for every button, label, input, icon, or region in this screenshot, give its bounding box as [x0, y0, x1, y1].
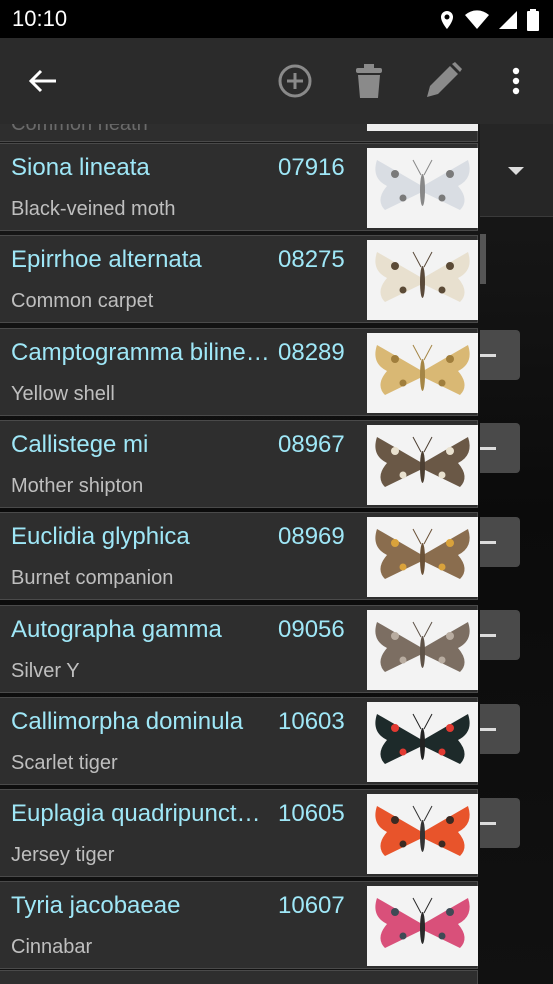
species-code: 10603 — [278, 708, 345, 735]
scientific-name: Autographa gamma — [11, 616, 222, 643]
moth-thumbnail — [367, 333, 478, 413]
common-name: Silver Y — [11, 660, 80, 682]
moth-thumbnail — [367, 886, 478, 966]
common-name: Jersey tiger — [11, 844, 115, 866]
scientific-name: Siona lineata — [11, 154, 150, 181]
background-minus-button[interactable] — [480, 610, 520, 660]
background-minus-button[interactable] — [480, 330, 520, 380]
more-options-button[interactable] — [493, 58, 539, 104]
more-vert-icon — [512, 67, 520, 95]
background-minus-button[interactable] — [480, 423, 520, 473]
moth-thumbnail — [367, 148, 478, 228]
species-code: 08275 — [278, 246, 345, 273]
moth-image — [375, 436, 470, 487]
scientific-name: Euclidia glyphica — [11, 523, 190, 550]
scientific-name: Euplagia quadripunctaria — [11, 800, 273, 827]
moth-image — [375, 528, 470, 579]
moth-image — [375, 251, 470, 302]
species-row[interactable]: Camptogramma bilineata 08289 Yellow shell — [0, 328, 478, 416]
species-row[interactable]: Euclidia glyphica 08969 Burnet companion — [0, 512, 478, 600]
species-code: 08969 — [278, 523, 345, 550]
edit-button[interactable] — [420, 58, 466, 104]
species-code: 07916 — [278, 154, 345, 181]
scientific-name: Camptogramma bilineata — [11, 339, 273, 366]
species-row[interactable]: Siona lineata 07916 Black-veined moth — [0, 143, 478, 231]
species-row[interactable]: Epirrhoe alternata 08275 Common carpet — [0, 235, 478, 323]
moth-thumbnail — [367, 425, 478, 505]
background-scrollbar — [480, 234, 486, 284]
moth-image — [375, 344, 470, 395]
location-icon — [441, 11, 453, 29]
back-button[interactable] — [20, 58, 66, 104]
partial-item-thumbnail — [367, 124, 478, 131]
moth-thumbnail — [367, 794, 478, 874]
moth-image — [375, 621, 470, 672]
wifi-icon — [465, 10, 489, 29]
background-minus-button[interactable] — [480, 798, 520, 848]
signal-icon — [499, 11, 517, 29]
status-icons — [439, 9, 539, 31]
moth-thumbnail — [367, 610, 478, 690]
action-bar — [0, 38, 553, 124]
common-name: Common carpet — [11, 290, 154, 312]
species-row[interactable]: Callistege mi 08967 Mother shipton — [0, 420, 478, 508]
partial-item-text: Common heath — [11, 124, 148, 135]
background-minus-button[interactable] — [480, 517, 520, 567]
status-time: 10:10 — [12, 6, 68, 31]
moth-image — [375, 897, 470, 948]
moth-image — [375, 713, 470, 764]
species-code: 09056 — [278, 616, 345, 643]
common-name: Black-veined moth — [11, 198, 176, 220]
add-circle-icon — [278, 64, 312, 98]
species-row[interactable]: Tyria jacobaeae 10607 Cinnabar — [0, 881, 478, 969]
moth-thumbnail — [367, 702, 478, 782]
background-minus-button[interactable] — [480, 704, 520, 754]
arrow-left-icon — [29, 69, 56, 93]
scientific-name: Callistege mi — [11, 431, 149, 458]
species-code: 08967 — [278, 431, 345, 458]
dropdown-caret-icon — [508, 167, 524, 175]
moth-image — [375, 159, 470, 210]
species-code: 10605 — [278, 800, 345, 827]
common-name: Yellow shell — [11, 383, 115, 405]
delete-button[interactable] — [346, 58, 392, 104]
common-name: Burnet companion — [11, 567, 174, 589]
scientific-name: Epirrhoe alternata — [11, 246, 202, 273]
trash-icon — [356, 64, 382, 98]
moth-thumbnail — [367, 517, 478, 597]
battery-icon — [527, 9, 539, 31]
species-code: 08289 — [278, 339, 345, 366]
list-item-partial[interactable]: Common heath — [0, 124, 478, 142]
add-button[interactable] — [272, 58, 318, 104]
moth-thumbnail — [367, 240, 478, 320]
species-row[interactable]: Callimorpha dominula 10603 Scarlet tiger — [0, 697, 478, 785]
scientific-name: Callimorpha dominula — [11, 708, 244, 735]
status-bar: 10:10 — [0, 0, 553, 38]
species-code: 10607 — [278, 892, 345, 919]
list-item-partial[interactable] — [0, 970, 478, 984]
species-row[interactable]: Euplagia quadripunctaria 10605 Jersey tige… — [0, 789, 478, 877]
common-name: Scarlet tiger — [11, 752, 118, 774]
scientific-name: Tyria jacobaeae — [11, 892, 181, 919]
common-name: Cinnabar — [11, 936, 93, 958]
species-list[interactable]: Common heath Siona lineata 07916 Black-vei… — [0, 124, 480, 984]
common-name: Mother shipton — [11, 475, 144, 497]
moth-image — [375, 805, 470, 856]
species-row[interactable]: Autographa gamma 09056 Silver Y — [0, 605, 478, 693]
pencil-icon — [427, 62, 462, 97]
